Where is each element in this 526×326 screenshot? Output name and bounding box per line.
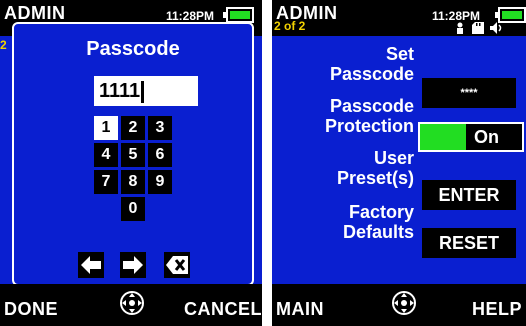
toggle-knob bbox=[420, 124, 466, 150]
sd-card-icon bbox=[472, 22, 484, 34]
text-cursor bbox=[141, 80, 145, 103]
reset-button[interactable]: RESET bbox=[422, 228, 516, 258]
help-softkey[interactable]: HELP bbox=[472, 299, 522, 320]
softkey-bar: DONE CANCEL bbox=[0, 284, 262, 326]
key-6[interactable]: 6 bbox=[148, 143, 172, 167]
toggle-state: On bbox=[474, 127, 499, 147]
main-softkey[interactable]: MAIN bbox=[276, 299, 324, 320]
left-arrow-icon[interactable] bbox=[78, 252, 104, 278]
key-1[interactable]: 1 bbox=[94, 116, 118, 140]
setting-label: Set Passcode bbox=[329, 44, 414, 84]
softkey-bar: MAIN HELP bbox=[272, 284, 526, 326]
key-2[interactable]: 2 bbox=[121, 116, 145, 140]
passcode-protection-toggle[interactable]: On bbox=[418, 122, 524, 152]
speaker-icon bbox=[490, 22, 502, 34]
enter-button[interactable]: ENTER bbox=[422, 180, 516, 210]
navigation-pad-icon[interactable] bbox=[390, 289, 418, 317]
dialog-title: Passcode bbox=[86, 38, 180, 60]
set-passcode-field[interactable]: **** bbox=[422, 78, 516, 108]
status-time: 11:28PM bbox=[432, 9, 481, 23]
battery-icon bbox=[223, 7, 254, 23]
key-3[interactable]: 3 bbox=[148, 116, 172, 140]
key-9[interactable]: 9 bbox=[148, 170, 172, 194]
navigation-pad-icon[interactable] bbox=[118, 289, 146, 317]
page-indicator: 2 of 2 bbox=[274, 19, 306, 33]
status-bar: ADMIN 11:28PM 2 of 2 bbox=[272, 0, 526, 36]
setting-label: User Preset(s) bbox=[336, 148, 414, 188]
passcode-value: 1111 bbox=[99, 80, 141, 102]
status-title: ADMIN bbox=[4, 3, 66, 23]
passcode-dialog: Passcode 1111 1 2 3 4 5 6 7 8 9 0 bbox=[12, 22, 254, 286]
done-softkey[interactable]: DONE bbox=[4, 299, 58, 320]
status-time: 11:28PM bbox=[166, 9, 215, 23]
backspace-icon[interactable] bbox=[164, 252, 190, 278]
setting-label: Passcode Protection bbox=[324, 96, 414, 136]
passcode-input[interactable]: 1111 bbox=[94, 76, 198, 106]
key-5[interactable]: 5 bbox=[121, 143, 145, 167]
cancel-softkey[interactable]: CANCEL bbox=[184, 299, 262, 320]
key-0[interactable]: 0 bbox=[121, 197, 145, 221]
setting-label: Factory Defaults bbox=[342, 202, 414, 242]
key-8[interactable]: 8 bbox=[121, 170, 145, 194]
page-indicator: 2 bbox=[0, 38, 7, 52]
battery-icon bbox=[495, 7, 526, 23]
right-arrow-icon[interactable] bbox=[120, 252, 146, 278]
passcode-screen: ADMIN 11:28PM 2 Passcode 1111 1 2 3 4 5 … bbox=[0, 0, 262, 326]
key-7[interactable]: 7 bbox=[94, 170, 118, 194]
admin-settings-screen: ADMIN 11:28PM 2 of 2 Set Passcode **** Pa… bbox=[272, 0, 526, 326]
user-icon bbox=[457, 22, 463, 34]
key-4[interactable]: 4 bbox=[94, 143, 118, 167]
